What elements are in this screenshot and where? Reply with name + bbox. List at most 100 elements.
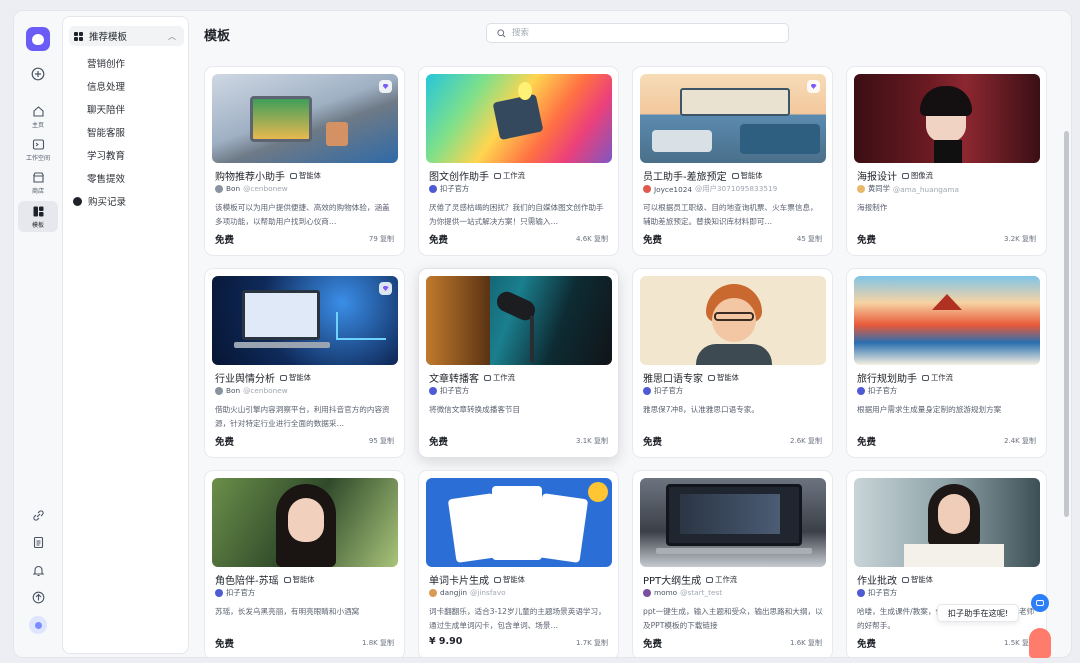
card-description: ppt一键生成，输入主题和受众，输出思路和大纲，以及PPT模板的下载链接 [643,607,823,630]
card-image-analytics-laptop [212,276,398,365]
assistant-mascot-icon[interactable] [1029,628,1051,658]
author-avatar [643,387,651,395]
card-price: 免费 [429,235,449,246]
scrollbar-thumb[interactable] [1064,131,1069,517]
card-image-ppt-laptop [640,478,826,567]
card-price: 免费 [643,235,663,246]
card-price: 免费 [215,235,235,246]
card-price: 免费 [215,437,235,448]
card-description: 可以根据员工职级、目的地查询机票、火车票信息，辅助差旅预定。替换知识库材料即可… [643,203,818,226]
sidebar-item-education[interactable]: 学习教育 [87,148,125,162]
card-author: 扣子官方 [857,386,900,396]
docs-button[interactable] [18,536,58,551]
template-card[interactable]: 作业批改智能体 扣子官方 哈喽，生成课件/教案，作业批改，我，我是历史老师的好帮… [846,470,1047,657]
card-description: 雅思保7冲8，认准雅思口语专家。 [643,405,759,414]
rail-item-store[interactable]: 商店 [18,171,58,195]
card-title: 作业批改 智能体 [857,572,933,588]
card-name: 角色陪伴-苏瑶 [215,576,279,587]
sidebar-item-retail[interactable]: 零售提效 [87,171,125,185]
template-card[interactable]: 角色陪伴-苏瑶 智能体 扣子官方 苏瑶，长发乌黑亮丽，有明亮眼睛和小酒窝 免费 1… [204,470,405,657]
card-type-tag: 智能体 [290,171,321,181]
card-name: 购物推荐小助手 [215,172,285,183]
diamond-badge-icon [807,80,820,93]
card-type-tag: 工作流 [484,373,515,383]
sidebar-item-service[interactable]: 智能客服 [87,125,125,139]
workspace-icon [32,139,44,150]
card-image-homework-teacher [854,478,1040,567]
card-author: 扣子官方 [429,386,472,396]
card-copies: 4.6K 复制 [576,235,608,243]
card-description: 该模板可以为用户提供便捷、高效的购物体验，涵盖多项功能，以帮助用户找到心仪商… [215,203,390,226]
card-image-companion-portrait [212,478,398,567]
card-type-tag: 智能体 [280,373,311,383]
card-price: 免费 [215,639,235,650]
card-author: 扣子官方 [429,184,472,194]
card-description: 海报制作 [857,203,888,212]
chat-help-button[interactable] [1031,594,1049,612]
card-image-poster-portrait [854,74,1040,163]
card-type-tag: 智能体 [283,575,315,585]
rail-label: 工作空间 [25,155,50,162]
card-copies: 2.6K 复制 [790,437,822,445]
template-card[interactable]: 海报设计 图像流 黄同学 @ama_huangama 海报制作 免费 3.2K 复制 [846,66,1047,256]
chat-icon [1036,600,1044,606]
page-title: 模板 [204,29,231,44]
card-price: 免费 [857,437,877,448]
template-card[interactable]: 单词卡片生成 智能体 dangjin @jinsfavo 词卡翻翻乐，适合3-12岁… [418,470,619,657]
bell-icon [32,565,44,577]
sidebar-item-marketing[interactable]: 营销创作 [87,56,125,70]
rail-item-workspace[interactable]: 工作空间 [18,138,58,162]
card-name: 雅思口语专家 [643,374,703,385]
chevron-up-icon[interactable]: ︿ [168,31,176,42]
card-type-tag: 智能体 [902,575,933,585]
card-price: ¥ 9.90 [429,636,463,647]
card-type-tag: 智能体 [494,575,525,585]
diamond-badge-icon [379,80,392,93]
template-card[interactable]: PPT大纲生成 工作流 momo @start_test ppt一键生成，输入主题和… [632,470,833,657]
sidebar-section-recommended[interactable]: 推荐模板 ︿ [69,26,184,46]
rail-label: 模板 [31,222,44,229]
card-type-tag: 工作流 [706,575,737,585]
card-image-travel-landscape [854,276,1040,365]
author-avatar [429,387,437,395]
template-card[interactable]: 图文创作助手 工作流 扣子官方 厌倦了灵感枯竭的困扰？我们的自媒体图文创作助手为你… [418,66,619,256]
card-name: 作业批改 [857,576,897,587]
template-card[interactable]: 员工助手-差旅预定 智能体 Joyce1024 @用户3071095833519 可… [632,66,833,256]
template-card[interactable]: 雅思口语专家 智能体 扣子官方 雅思保7冲8，认准雅思口语专家。 免费 2.6K … [632,268,833,458]
card-name: 旅行规划助手 [857,374,917,385]
app-logo[interactable] [26,27,50,51]
rail-item-templates[interactable]: 模板 [18,201,58,232]
sidebar-item-purchases[interactable]: 购买记录 [73,194,126,208]
card-description: 苏瑶，长发乌黑亮丽，有明亮眼睛和小酒窝 [215,607,360,616]
create-button[interactable] [18,67,58,83]
notifications-button[interactable] [18,564,58,579]
assistant-bubble[interactable]: 扣子助手在这呢! [937,604,1019,622]
card-copies: 1.8K 复制 [362,639,394,647]
sidebar-item-info[interactable]: 信息处理 [87,79,125,93]
card-description: 厌倦了灵感枯竭的困扰？我们的自媒体图文创作助手为你提供一站式解决方案！只需输入… [429,203,604,226]
author-avatar [643,588,651,597]
card-name: 单词卡片生成 [429,576,489,587]
arrow-up-circle-icon [32,591,44,604]
card-copies: 3.2K 复制 [1004,235,1036,243]
search-box[interactable] [486,23,789,43]
app-window: 主页 工作空间 商店 模板 推荐模板 ︿ 营销创作 信息处理 聊天陪伴 智能客服… [13,10,1072,658]
template-card[interactable]: 文章转播客 工作流 扣子官方 将微信文章转换成播客节目 免费 3.1K 复制 [418,268,619,458]
template-card[interactable]: 行业舆情分析 智能体 Bon @cenbonew 借助火山引擎内容洞察平台，利用抖音… [204,268,405,458]
template-card[interactable]: 购物推荐小助手 智能体 Bon @cenbonew 该模板可以为用户提供便捷、高效的… [204,66,405,256]
rail-label: 主页 [31,122,44,129]
card-name: 员工助手-差旅预定 [643,172,727,183]
card-image-travel [640,74,826,163]
sidebar-item-chat[interactable]: 聊天陪伴 [87,102,125,116]
card-copies: 1.7K 复制 [576,639,608,647]
rail-label: 商店 [31,188,44,195]
card-price: 免费 [643,437,663,448]
user-avatar[interactable] [29,616,47,634]
card-title: 旅行规划助手 工作流 [857,370,953,386]
upgrade-button[interactable] [18,591,58,606]
search-input[interactable] [512,28,762,38]
plugin-button[interactable] [18,509,58,524]
template-card[interactable]: 旅行规划助手 工作流 扣子官方 根据用户需求生成量身定制的旅游规划方案 免费 2.… [846,268,1047,458]
rail-item-home[interactable]: 主页 [18,105,58,129]
card-description: 借助火山引擎内容洞察平台，利用抖音官方的内容资源，针对特定行业进行全面的数据采… [215,405,390,428]
